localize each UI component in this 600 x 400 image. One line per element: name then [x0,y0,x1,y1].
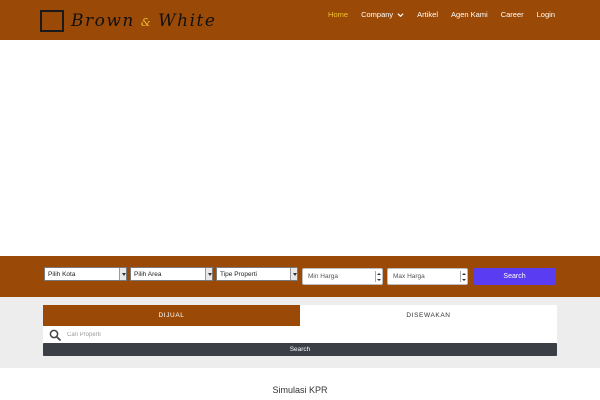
nav-company[interactable]: Company [361,10,404,19]
min-harga-placeholder: Min Harga [308,273,338,280]
nav-career[interactable]: Career [501,10,524,19]
select-tipe-properti[interactable]: Tipe Properti [216,267,298,281]
select-kota-value: Pilih Kota [48,271,76,278]
select-area[interactable]: Pilih Area [130,267,213,281]
nav-artikel[interactable]: Artikel [417,10,438,19]
tab-disewakan[interactable]: DISEWAKAN [300,305,557,326]
dropdown-arrow-icon [290,268,297,280]
main-nav: Home Company Artikel Agen Kami Career Lo… [315,10,555,19]
site-header: Brown & White Home Company Artikel Agen … [0,0,600,40]
number-spinner-icon[interactable] [460,271,466,282]
listing-search-section: DIJUAL DISEWAKAN Search [0,297,600,368]
nav-agen-kami[interactable]: Agen Kami [451,10,488,19]
max-harga-input[interactable]: Max Harga [387,268,468,285]
logo-square-icon [40,10,64,32]
property-search-input[interactable] [67,326,547,343]
logo-ampersand: & [140,16,153,29]
number-spinner-icon[interactable] [375,271,381,282]
select-area-value: Pilih Area [134,271,162,278]
property-search-button[interactable]: Search [43,343,557,356]
simulasi-kpr-heading: Simulasi KPR [272,385,328,395]
dropdown-arrow-icon [119,268,126,280]
min-harga-input[interactable]: Min Harga [302,268,383,285]
dropdown-arrow-icon [205,268,212,280]
tab-dijual[interactable]: DIJUAL [43,305,300,326]
logo-text: Brown & White [71,11,216,31]
filter-search-button[interactable]: Search [473,268,556,285]
chevron-down-icon [397,12,404,17]
logo-word-brown: Brown [71,11,135,31]
search-icon [49,329,61,341]
property-search-row [43,326,557,343]
nav-login[interactable]: Login [537,10,555,19]
nav-home[interactable]: Home [328,10,348,19]
hero-banner [0,40,600,256]
nav-company-label: Company [361,10,394,19]
max-harga-placeholder: Max Harga [393,273,425,280]
select-tipe-value: Tipe Properti [220,271,257,278]
brand-logo[interactable]: Brown & White [40,10,216,32]
select-kota[interactable]: Pilih Kota [44,267,127,281]
logo-word-white: White [158,11,217,31]
